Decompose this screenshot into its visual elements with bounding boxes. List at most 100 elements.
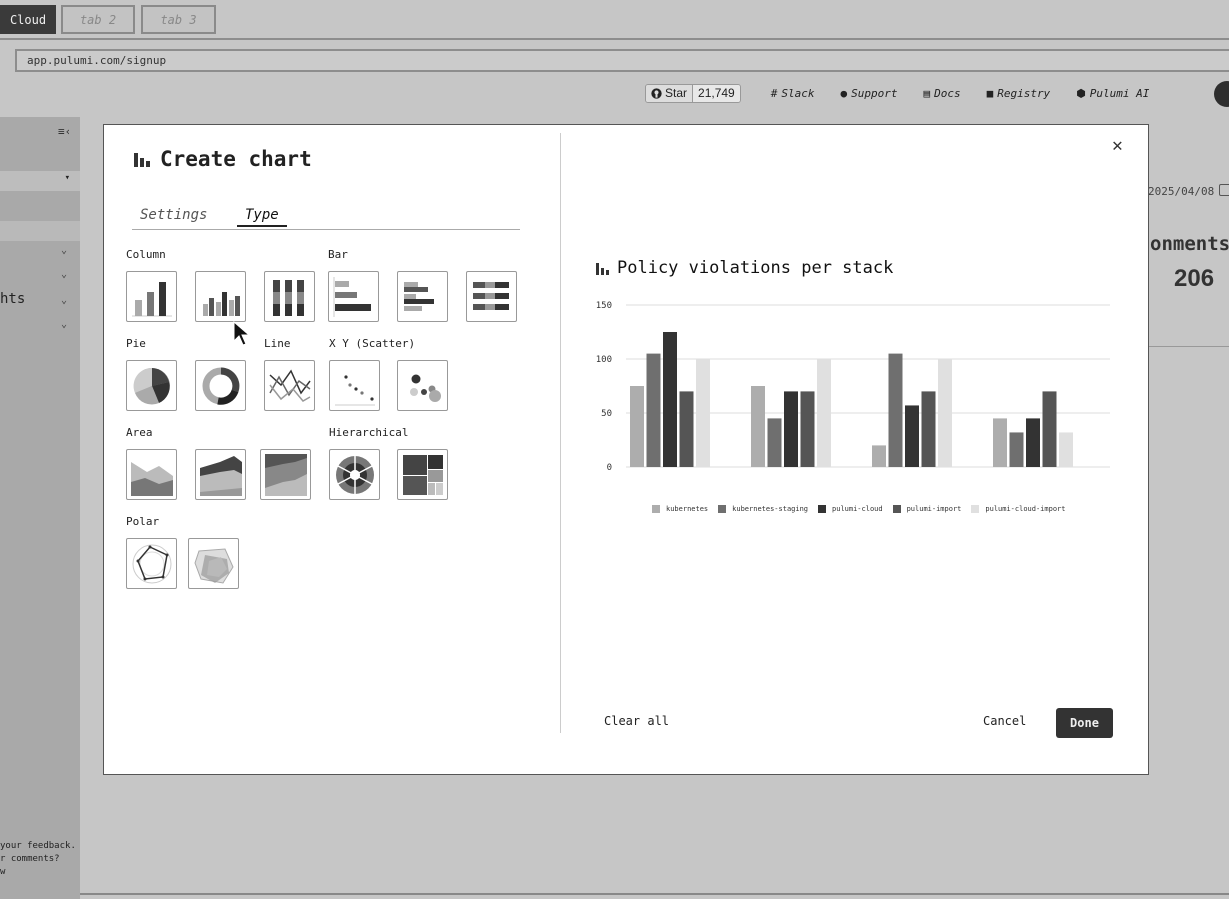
chart-type-column-clustered[interactable] (195, 271, 246, 322)
nav-link-label: Docs (934, 86, 961, 100)
bar-chart-icon (596, 261, 609, 275)
area-chart-icon (131, 462, 173, 496)
legend-item[interactable]: kubernetes-staging (718, 505, 808, 513)
chart-type-column-stacked[interactable] (264, 271, 315, 322)
close-icon[interactable]: ✕ (1112, 135, 1123, 156)
github-star-text: Star (665, 86, 688, 100)
sidebar-item-insights[interactable]: hts (0, 291, 25, 307)
browser-tab-3[interactable]: tab 3 (141, 5, 216, 34)
cancel-button[interactable]: Cancel (983, 714, 1026, 728)
legend-label: pulumi-cloud (832, 505, 883, 513)
chart-bar (630, 386, 644, 467)
feedback-line: w (0, 867, 6, 877)
chart-type-radar[interactable] (126, 538, 177, 589)
bar-chart-icon (134, 151, 150, 167)
nav-link-registry[interactable]: ■ Registry (987, 87, 1051, 100)
line-chart-icon (269, 369, 311, 402)
chart-title-text: Policy violations per stack (617, 258, 894, 278)
legend-swatch (718, 505, 727, 513)
sunburst-chart-icon (336, 456, 374, 494)
nav-link-docs[interactable]: ▤ Docs (923, 87, 960, 100)
chart-type-treemap[interactable] (397, 449, 448, 500)
browser-tab-2[interactable]: tab 2 (61, 5, 135, 34)
chart-type-bar-stacked[interactable] (466, 271, 517, 322)
category-label-scatter: X Y (Scatter) (329, 337, 416, 350)
chart-type-area[interactable] (126, 449, 177, 500)
pie-chart-icon (133, 367, 170, 405)
chevron-down-icon[interactable]: ⌄ (61, 319, 67, 330)
legend-item[interactable]: pulumi-cloud (818, 505, 883, 513)
chart-type-radar-area[interactable] (188, 538, 239, 589)
dialog-tabs: Settings Type (132, 207, 520, 230)
chart-type-donut[interactable] (195, 360, 246, 411)
github-star-button[interactable]: Star 21,749 (645, 83, 741, 103)
nav-link-slack[interactable]: # Slack (771, 87, 815, 100)
chart-type-line[interactable] (264, 360, 315, 411)
calendar-icon[interactable] (1219, 184, 1229, 196)
chevron-down-icon[interactable]: ⌄ (61, 245, 67, 256)
category-label-line: Line (264, 337, 291, 350)
chart-type-bar-simple[interactable] (328, 271, 379, 322)
collapse-sidebar-icon[interactable]: ≡‹ (58, 125, 71, 138)
done-button[interactable]: Done (1056, 708, 1113, 738)
tab-settings[interactable]: Settings (132, 207, 215, 226)
chart-type-scatter[interactable] (329, 360, 380, 411)
legend-label: kubernetes (666, 505, 709, 513)
chevron-down-icon[interactable]: ⌄ (61, 295, 67, 306)
legend-item[interactable]: pulumi-import (892, 505, 962, 513)
divider (1148, 346, 1229, 347)
chevron-down-icon[interactable]: ⌄ (61, 269, 67, 280)
chart-type-sunburst[interactable] (329, 449, 380, 500)
stacked-column-icon (273, 280, 304, 316)
dialog-divider (560, 133, 561, 733)
chart-bar (800, 391, 815, 467)
robot-icon: ⬢ (1076, 86, 1086, 100)
comments-card-label: onments (1150, 233, 1229, 255)
feedback-prompt[interactable]: your feedback. r comments? w (0, 840, 76, 879)
browser-tab-cloud[interactable]: Cloud (0, 5, 56, 34)
radar-area-icon (194, 548, 234, 584)
legend-label: pulumi-cloud-import (985, 505, 1066, 513)
nav-link-pulumi-ai[interactable]: ⬢ Pulumi AI (1076, 87, 1149, 100)
url-bar[interactable]: app.pulumi.com/signup (15, 49, 1229, 72)
nav-link-support[interactable]: ● Support (840, 87, 897, 100)
chart-type-pie[interactable] (126, 360, 177, 411)
legend-swatch (892, 505, 901, 513)
nav-link-label: Pulumi AI (1089, 86, 1150, 100)
legend-item[interactable]: kubernetes (652, 505, 708, 513)
chart-type-column-simple[interactable] (126, 271, 177, 322)
create-chart-dialog: ✕ Create chart Settings Type Column Bar … (103, 124, 1149, 775)
clear-all-button[interactable]: Clear all (604, 714, 669, 728)
chart-bar (1042, 391, 1057, 467)
slack-icon: # (770, 86, 778, 100)
chart-bar (1026, 418, 1040, 467)
category-label-pie: Pie (126, 337, 146, 350)
legend-swatch (652, 505, 660, 513)
sidebar-org-select[interactable]: ▾ (0, 171, 80, 191)
date-range-input[interactable]: 2025/04/08 (1148, 185, 1214, 198)
avatar[interactable] (1214, 81, 1229, 107)
chart-type-bar-clustered[interactable] (397, 271, 448, 322)
legend-item[interactable]: pulumi-cloud-import (971, 505, 1065, 513)
percent-area-icon (265, 454, 307, 496)
chart-type-bubble[interactable] (397, 360, 448, 411)
feedback-line: r comments? (0, 854, 60, 864)
chart-bar (905, 405, 919, 467)
chart-type-area-stacked[interactable] (195, 449, 246, 500)
browser-tab-bar: Cloud tab 2 tab 3 (0, 0, 1229, 42)
chart-bar (646, 353, 661, 467)
chart-bar (663, 332, 677, 467)
category-label-hierarchical: Hierarchical (329, 426, 409, 439)
legend-swatch (818, 505, 827, 513)
sidebar-item-active[interactable] (0, 221, 80, 241)
chart-bar (938, 359, 952, 467)
chevron-down-icon: ▾ (64, 173, 70, 183)
chart-type-area-percent[interactable] (260, 449, 311, 500)
comments-card-count: 206 (1174, 265, 1215, 292)
github-icon (651, 87, 662, 99)
chart-bar (1059, 432, 1073, 467)
tab-type[interactable]: Type (237, 207, 287, 227)
chart-bar (817, 359, 831, 467)
legend-label: pulumi-import (906, 505, 962, 513)
dialog-title: Create chart (134, 147, 312, 171)
